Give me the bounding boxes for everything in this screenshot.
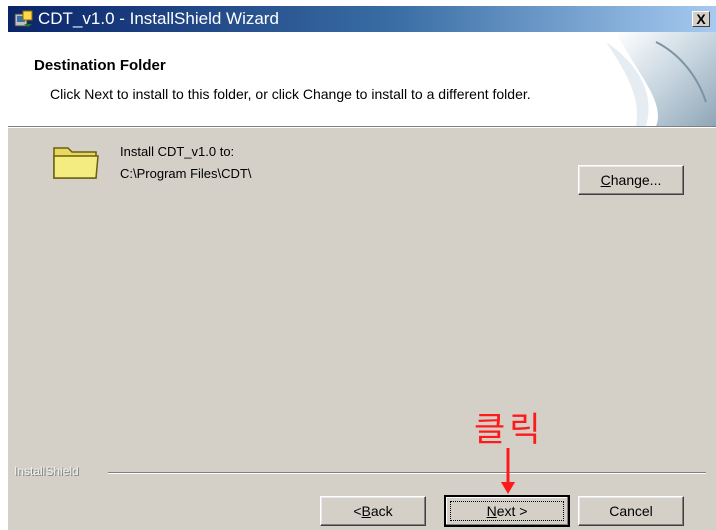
header-divider (8, 127, 716, 128)
arrow-down-icon (501, 448, 515, 494)
change-button[interactable]: Change... (578, 165, 684, 195)
next-button[interactable]: Next > (444, 495, 570, 527)
installer-window: CDT_v1.0 - InstallShield Wizard X Destin… (8, 6, 716, 530)
focus-outline (450, 501, 564, 521)
folder-icon (53, 147, 99, 179)
close-button[interactable]: X (692, 11, 710, 27)
header-panel: Destination Folder Click Next to install… (8, 32, 716, 127)
installshield-brand: InstallShield (14, 464, 79, 478)
installer-app-icon (14, 10, 33, 27)
page-title: Destination Folder (34, 57, 166, 74)
footer-divider-highlight (108, 473, 706, 474)
install-path: C:\Program Files\CDT\ (120, 166, 252, 181)
cancel-button[interactable]: Cancel (578, 496, 684, 526)
title-bar[interactable]: CDT_v1.0 - InstallShield Wizard X (8, 6, 716, 32)
install-label: Install CDT_v1.0 to: (120, 144, 235, 159)
page-subtitle: Click Next to install to this folder, or… (50, 86, 531, 102)
header-graphic (606, 32, 716, 126)
click-annotation: 클릭 (474, 410, 545, 450)
back-button[interactable]: < Back (320, 496, 426, 526)
window-title: CDT_v1.0 - InstallShield Wizard (38, 9, 279, 28)
